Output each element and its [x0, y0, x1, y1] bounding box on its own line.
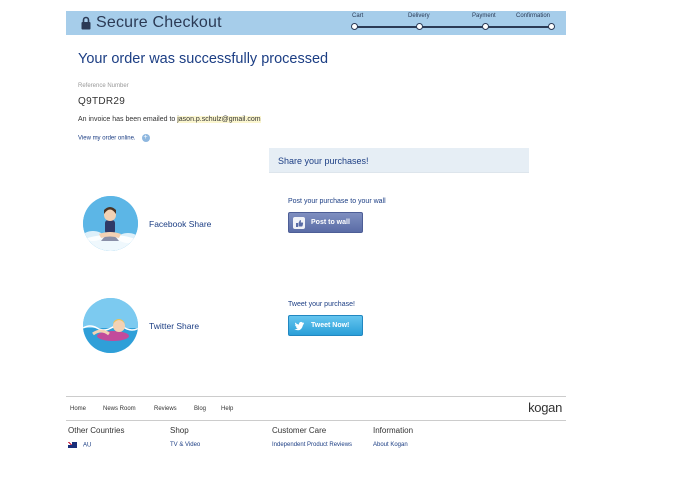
twitter-bird-icon — [294, 321, 304, 331]
facebook-share-caption: Post your purchase to your wall — [288, 198, 386, 205]
footer-link-reviews[interactable]: Reviews — [154, 406, 177, 412]
footer-link-au-label: AU — [83, 442, 92, 449]
step-dot-confirmation — [548, 23, 555, 30]
step-label-delivery: Delivery — [408, 13, 430, 19]
step-dot-payment — [482, 23, 489, 30]
twitter-avatar-illustration — [83, 298, 138, 353]
footer-link-news-room[interactable]: News Room — [103, 406, 136, 412]
checkout-header: Secure Checkout Cart Delivery Payment Co… — [66, 11, 566, 35]
footer-link-about-kogan[interactable]: About Kogan — [373, 442, 408, 448]
reference-number: Q9TDR29 — [78, 96, 126, 107]
checkout-title: Secure Checkout — [96, 14, 222, 31]
checkout-progress: Cart Delivery Payment Confirmation — [351, 11, 555, 35]
footer-nav-bar: Home News Room Reviews Blog Help kogan — [66, 396, 566, 421]
australia-flag-icon — [68, 442, 77, 448]
footer-heading-customer-care: Customer Care — [272, 426, 327, 435]
page-title: Your order was successfully processed — [78, 51, 329, 67]
facebook-share-link[interactable]: Facebook Share — [149, 219, 211, 229]
footer-link-help[interactable]: Help — [221, 406, 233, 412]
tweet-now-label: Tweet Now! — [311, 322, 350, 329]
view-order-label: View my order online. — [78, 135, 136, 142]
step-label-cart: Cart — [352, 13, 364, 19]
share-heading-bar: Share your purchases! — [269, 148, 529, 173]
footer-heading-information: Information — [373, 426, 414, 435]
invoice-email: jason.p.schulz@gmail.com — [177, 116, 261, 123]
step-label-payment: Payment — [472, 13, 496, 19]
progress-line — [354, 26, 552, 28]
facebook-avatar-illustration — [83, 196, 138, 251]
kogan-logo-text: kogan — [528, 400, 562, 415]
meditating-girl-illustration — [83, 196, 138, 251]
invoice-text: An invoice has been emailed to — [78, 116, 178, 123]
tweet-now-button[interactable]: Tweet Now! — [288, 315, 363, 336]
share-heading: Share your purchases! — [278, 156, 369, 166]
lock-icon — [81, 16, 91, 30]
post-to-wall-button[interactable]: Post to wall — [288, 212, 363, 233]
footer-heading-shop: Shop — [170, 426, 189, 435]
footer-link-au[interactable]: AU — [68, 442, 91, 449]
footer-link-product-reviews[interactable]: Independent Product Reviews — [272, 442, 352, 448]
step-dot-delivery — [416, 23, 423, 30]
footer-link-home[interactable]: Home — [70, 406, 86, 412]
footer-link-tv-video[interactable]: TV & Video — [170, 442, 200, 448]
footer-heading-other-countries: Other Countries — [68, 426, 125, 435]
kogan-logo[interactable]: kogan — [528, 400, 562, 415]
footer-link-blog[interactable]: Blog — [194, 406, 206, 412]
view-order-link[interactable]: View my order online. + — [78, 134, 150, 142]
post-to-wall-label: Post to wall — [311, 219, 350, 226]
step-dot-cart — [351, 23, 358, 30]
facebook-like-icon — [293, 217, 305, 229]
twitter-share-caption: Tweet your purchase! — [288, 301, 355, 308]
step-label-confirmation: Confirmation — [516, 13, 551, 19]
invoice-message: An invoice has been emailed to jason.p.s… — [78, 116, 261, 123]
twitter-share-link[interactable]: Twitter Share — [149, 321, 199, 331]
swimming-girl-illustration — [83, 298, 138, 353]
reference-label: Reference Number — [78, 83, 129, 89]
plus-icon: + — [141, 134, 150, 142]
